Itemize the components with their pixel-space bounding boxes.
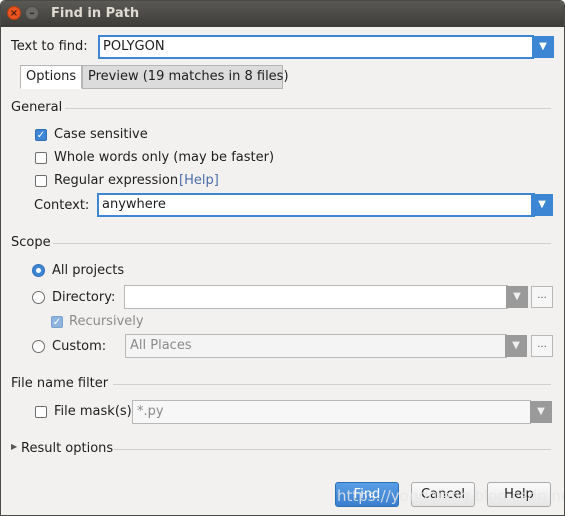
regex-help-link[interactable]: [Help]: [179, 173, 219, 188]
text-to-find-label: Text to find:: [11, 39, 88, 54]
custom-label[interactable]: Custom:: [52, 339, 106, 354]
file-mask-label[interactable]: File mask(s): [54, 404, 132, 419]
text-to-find-input[interactable]: POLYGON: [98, 35, 534, 59]
case-sensitive-label[interactable]: Case sensitive: [54, 127, 148, 142]
directory-input[interactable]: [124, 285, 508, 309]
file-filter-separator: [113, 384, 551, 385]
custom-scope-browse-button[interactable]: ...: [531, 335, 553, 357]
scope-section-title: Scope: [11, 235, 51, 250]
tab-preview[interactable]: Preview (19 matches in 8 files): [82, 65, 289, 89]
regex-label[interactable]: Regular expression: [54, 173, 178, 188]
general-separator: [65, 108, 551, 109]
title-bar: × – Find in Path: [1, 1, 564, 27]
file-mask-dropdown[interactable]: ▼: [530, 401, 552, 423]
context-select[interactable]: anywhere: [97, 193, 535, 217]
file-mask-input[interactable]: *.py: [132, 400, 531, 424]
whole-words-label[interactable]: Whole words only (may be faster): [54, 150, 274, 165]
chevron-down-icon: ▼: [538, 199, 546, 210]
file-filter-section-title: File name filter: [11, 376, 109, 391]
chevron-down-icon: ▼: [512, 340, 520, 351]
recursively-checkbox: ✓: [51, 316, 63, 328]
context-dropdown[interactable]: ▼: [531, 194, 553, 216]
directory-browse-button[interactable]: ...: [531, 286, 553, 308]
chevron-down-icon: ▼: [537, 406, 545, 417]
text-to-find-history-dropdown[interactable]: ▼: [532, 36, 554, 58]
checkmark-icon: ✓: [52, 317, 62, 328]
context-label: Context:: [34, 198, 90, 213]
all-projects-radio[interactable]: [32, 264, 45, 277]
file-mask-checkbox[interactable]: [35, 406, 47, 418]
regex-checkbox[interactable]: [35, 175, 47, 187]
custom-scope-select: All Places: [125, 334, 507, 358]
tab-options[interactable]: Options: [20, 65, 82, 89]
custom-radio[interactable]: [32, 340, 45, 353]
expand-arrow-icon[interactable]: ▶: [11, 442, 17, 451]
case-sensitive-checkbox[interactable]: ✓: [35, 129, 47, 141]
window-title: Find in Path: [51, 6, 140, 21]
chevron-down-icon: ▼: [513, 291, 521, 302]
result-options-toggle[interactable]: Result options: [21, 441, 113, 456]
result-options-separator: [114, 449, 551, 450]
find-in-path-dialog: × – Find in Path Text to find: POLYGON ▼…: [0, 0, 565, 516]
all-projects-label[interactable]: All projects: [52, 263, 124, 278]
watermark: https://yongqiang.blog.csdn.net: [337, 487, 565, 505]
directory-dropdown[interactable]: ▼: [506, 286, 528, 308]
directory-label[interactable]: Directory:: [52, 290, 115, 305]
chevron-down-icon: ▼: [539, 41, 547, 52]
whole-words-checkbox[interactable]: [35, 152, 47, 164]
custom-scope-dropdown: ▼: [505, 335, 527, 357]
directory-radio[interactable]: [32, 291, 45, 304]
checkmark-icon: ✓: [36, 130, 46, 141]
scope-separator: [53, 243, 551, 244]
recursively-label: Recursively: [69, 314, 144, 329]
minimize-window-icon[interactable]: –: [25, 6, 39, 20]
close-window-icon[interactable]: ×: [7, 6, 21, 20]
general-section-title: General: [11, 100, 63, 115]
